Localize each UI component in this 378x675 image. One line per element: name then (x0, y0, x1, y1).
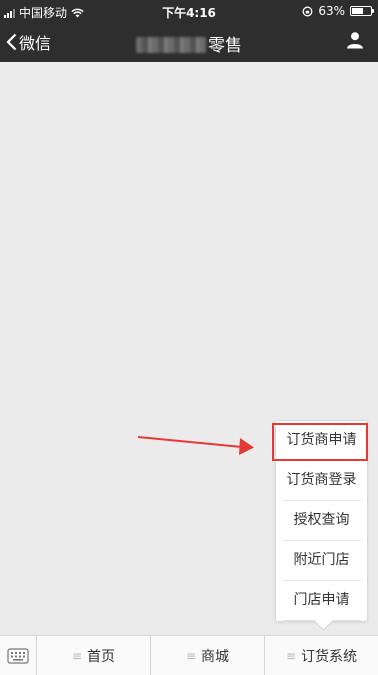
menu-item-nearby-stores[interactable]: 附近门店 (282, 541, 361, 581)
page-title-text: 零售 (208, 36, 242, 56)
menu-icon: ≡ (71, 648, 83, 663)
keyboard-toggle[interactable] (0, 636, 37, 675)
tab-bar: ≡ 首页 ≡ 商城 ≡ 订货系统 (0, 635, 378, 675)
status-bar: 中国移动 下午4:16 63% (0, 0, 378, 22)
battery-percent: 63% (318, 4, 345, 18)
highlight-box (272, 423, 368, 461)
status-right: 63% (302, 4, 374, 18)
battery-icon (350, 6, 374, 16)
tab-mall-label: 商城 (201, 648, 230, 665)
menu-icon: ≡ (185, 648, 197, 663)
tab-home-label: 首页 (87, 648, 116, 665)
nav-bar: 微信 零售 (0, 22, 378, 62)
arrow-icon (137, 436, 254, 455)
menu-item-authorization-query[interactable]: 授权查询 (282, 501, 361, 541)
keyboard-icon (7, 647, 29, 664)
profile-icon (347, 32, 363, 49)
page-title: 零售 (0, 31, 378, 56)
menu-item-distributor-login[interactable]: 订货商登录 (282, 461, 361, 501)
tab-ordering-system-label: 订货系统 (301, 648, 358, 665)
tab-ordering-system[interactable]: ≡ 订货系统 (265, 636, 378, 675)
tab-mall[interactable]: ≡ 商城 (151, 636, 265, 675)
redacted-name (136, 37, 206, 53)
tab-home[interactable]: ≡ 首页 (37, 636, 151, 675)
menu-icon: ≡ (285, 648, 297, 663)
lock-rotation-icon (302, 6, 313, 16)
profile-button[interactable] (346, 31, 364, 53)
